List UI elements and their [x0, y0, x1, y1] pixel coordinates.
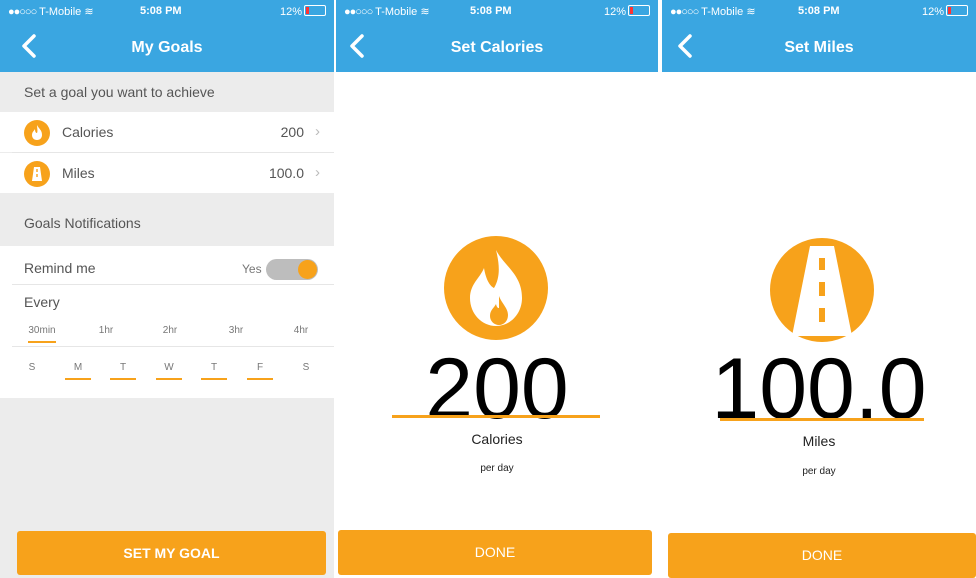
status-bar: ●●○○○ T-Mobile ≋ 5:08 PM 12%: [0, 0, 334, 22]
unit-label: Miles: [802, 433, 836, 449]
page-title: Set Miles: [784, 39, 854, 56]
page-title: My Goals: [131, 39, 203, 56]
day-wednesday[interactable]: W: [155, 362, 183, 380]
road-icon: [24, 161, 50, 187]
set-miles-screen: ●●○○○ T-Mobile ≋ 5:08 PM 12% Set Miles 1…: [662, 0, 976, 578]
set-my-goal-button[interactable]: SET MY GOAL: [17, 531, 326, 575]
carrier: T-Mobile: [375, 6, 418, 18]
done-button[interactable]: DONE: [668, 533, 976, 578]
calories-value[interactable]: 200: [336, 346, 658, 432]
battery-icon: [628, 5, 650, 16]
road-icon: [770, 238, 874, 342]
battery-percent: 12%: [921, 6, 944, 18]
wifi-icon: ≋: [420, 6, 430, 18]
row-value: 200: [280, 124, 304, 140]
row-value: 100.0: [268, 165, 304, 181]
divider: [12, 284, 334, 285]
carrier: T-Mobile: [701, 6, 744, 18]
page-title: Set Calories: [450, 39, 544, 56]
notifications-header: Goals Notifications: [0, 203, 334, 243]
row-label: Miles: [62, 165, 95, 181]
every-label: Every: [24, 294, 60, 310]
interval-4hr[interactable]: 4hr: [283, 325, 319, 336]
interval-3hr[interactable]: 3hr: [218, 325, 254, 336]
battery-icon: [946, 5, 968, 16]
day-thursday[interactable]: T: [200, 362, 228, 380]
miles-goal-row[interactable]: Miles 100.0 ›: [0, 153, 334, 193]
clock: 5:08 PM: [470, 5, 512, 17]
divider: [12, 346, 334, 347]
calories-goal-row[interactable]: Calories 200 ›: [0, 112, 334, 152]
interval-30min[interactable]: 30min: [24, 325, 60, 343]
toggle-knob: [298, 260, 317, 279]
navigation-bar: My Goals: [0, 22, 334, 72]
value-underline: [720, 418, 924, 421]
wifi-icon: ≋: [746, 6, 756, 18]
wifi-icon: ≋: [84, 6, 94, 18]
navigation-bar: Set Miles: [662, 22, 976, 72]
day-friday[interactable]: F: [246, 362, 274, 380]
chevron-right-icon: ›: [315, 123, 320, 140]
day-monday[interactable]: M: [64, 362, 92, 380]
day-tuesday[interactable]: T: [109, 362, 137, 380]
status-bar: ●●○○○ T-Mobile ≋ 5:08 PM 12%: [336, 0, 658, 22]
clock: 5:08 PM: [140, 5, 182, 17]
clock: 5:08 PM: [798, 5, 840, 17]
set-calories-screen: ●●○○○ T-Mobile ≋ 5:08 PM 12% Set Calorie…: [336, 0, 658, 578]
notifications-panel: Remind me Yes Every 30min 1hr 2hr 3hr 4h…: [0, 246, 334, 398]
signal-icon: ●●○○○: [344, 6, 373, 18]
per-day-label: per day: [802, 466, 836, 477]
my-goals-screen: ●●○○○ T-Mobile ≋ 5:08 PM 12% My Goals Se…: [0, 0, 334, 578]
flame-icon: [24, 120, 50, 146]
interval-2hr[interactable]: 2hr: [152, 325, 188, 336]
chevron-right-icon: ›: [315, 164, 320, 181]
carrier: T-Mobile: [39, 6, 82, 18]
remind-toggle[interactable]: [266, 259, 318, 280]
interval-1hr[interactable]: 1hr: [88, 325, 124, 336]
section-header: Set a goal you want to achieve: [0, 72, 334, 112]
battery-icon: [304, 5, 326, 16]
battery-percent: 12%: [279, 6, 302, 18]
flame-icon: [444, 236, 548, 340]
unit-label: Calories: [471, 431, 523, 447]
signal-icon: ●●○○○: [8, 6, 37, 18]
done-button[interactable]: DONE: [338, 530, 652, 575]
per-day-label: per day: [480, 463, 514, 474]
remind-me-label: Remind me: [24, 260, 96, 276]
status-bar: ●●○○○ T-Mobile ≋ 5:08 PM 12%: [662, 0, 976, 22]
row-label: Calories: [62, 124, 114, 140]
battery-percent: 12%: [603, 6, 626, 18]
day-sunday[interactable]: S: [18, 362, 46, 373]
navigation-bar: Set Calories: [336, 22, 658, 72]
day-saturday[interactable]: S: [292, 362, 320, 373]
value-underline: [392, 415, 600, 418]
remind-state-label: Yes: [242, 262, 262, 276]
signal-icon: ●●○○○: [670, 6, 699, 18]
